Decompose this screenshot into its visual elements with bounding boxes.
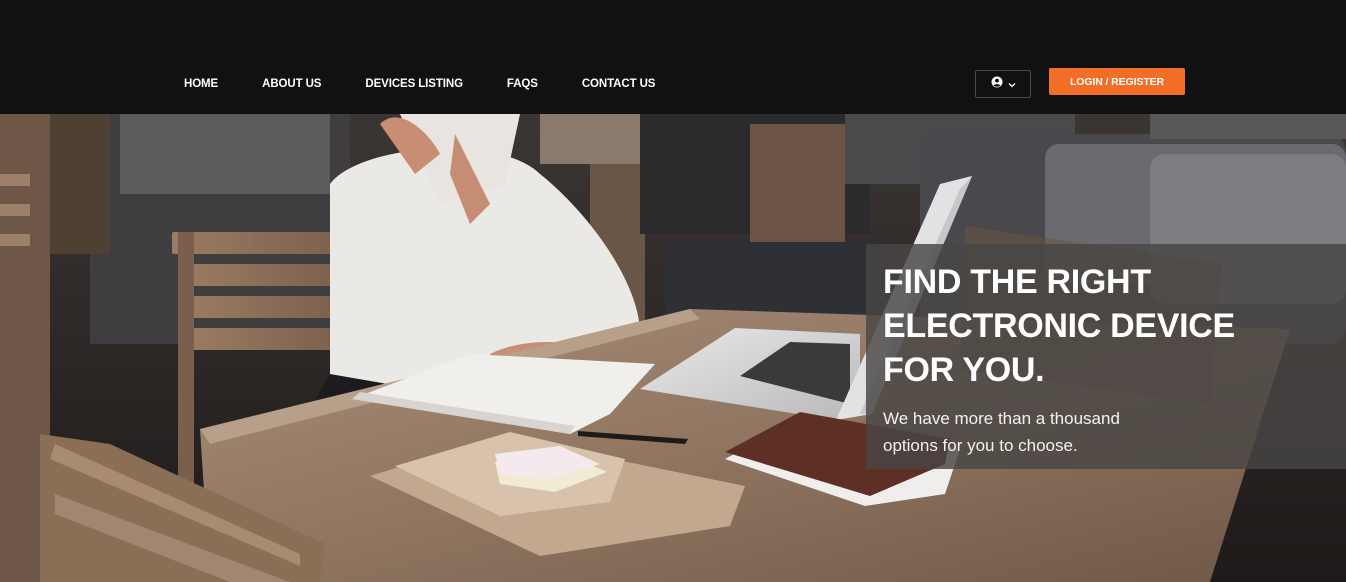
site-header: HOME ABOUT US DEVICES LISTING FAQS CONTA… xyxy=(0,0,1346,114)
login-register-button[interactable]: LOGIN / REGISTER xyxy=(1049,68,1185,95)
nav-link-about-us[interactable]: ABOUT US xyxy=(262,78,321,90)
chevron-down-icon xyxy=(1008,75,1016,93)
account-dropdown-button[interactable] xyxy=(975,70,1031,98)
hero-title: FIND THE RIGHT ELECTRONIC DEVICE FOR YOU… xyxy=(883,263,1235,389)
main-nav: HOME ABOUT US DEVICES LISTING FAQS CONTA… xyxy=(184,76,655,92)
nav-link-contact-us[interactable]: CONTACT US xyxy=(582,78,656,90)
user-circle-icon xyxy=(991,75,1003,93)
nav-link-faqs[interactable]: FAQS xyxy=(507,78,538,90)
nav-link-home[interactable]: HOME xyxy=(184,78,218,90)
hero-subtitle: We have more than a thousand options for… xyxy=(883,409,1120,455)
nav-link-devices-listing[interactable]: DEVICES LISTING xyxy=(365,78,463,90)
